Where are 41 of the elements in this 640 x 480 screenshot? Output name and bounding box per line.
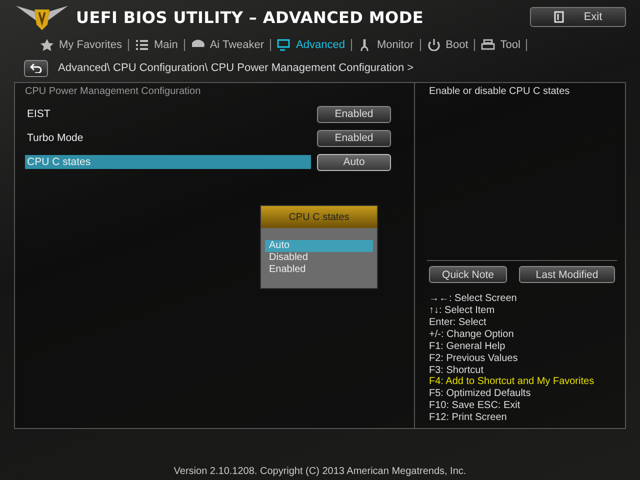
setting-value-button[interactable]: Enabled xyxy=(317,106,391,122)
version-footer: Version 2.10.1208. Copyright (C) 2013 American Megatrends, Inc. xyxy=(0,466,640,480)
side-button[interactable]: Last Modified xyxy=(519,266,615,284)
key-help-line: F5: Optimized Defaults xyxy=(429,388,532,400)
setting-value-button[interactable]: Auto xyxy=(317,154,391,170)
breadcrumb-path: Advanced\ CPU Configuration\ CPU Power Management Configuration > xyxy=(58,62,414,74)
help-description: Enable or disable CPU C states xyxy=(429,86,571,97)
menu-tab[interactable]: Main xyxy=(128,39,184,51)
section-title: CPU Power Management Configuration xyxy=(25,86,202,99)
power-icon xyxy=(426,39,441,51)
key-help-line: F3: Shortcut xyxy=(429,364,484,376)
menu-tab[interactable]: Ai Tweaker xyxy=(184,39,270,51)
back-arrow-icon xyxy=(30,63,42,73)
side-button[interactable]: Quick Note xyxy=(429,266,507,284)
key-help-line: F4: Add to Shortcut and My Favorites xyxy=(429,376,596,388)
key-help-line: →←: Select Screen xyxy=(429,293,518,306)
key-help-line: F1: General Help xyxy=(429,340,506,353)
screen-icon xyxy=(277,39,292,51)
key-help-line: F10: Save ESC: Exit xyxy=(429,400,522,412)
popup-option[interactable]: Enabled xyxy=(265,264,373,276)
popup-title: CPU C states xyxy=(261,206,377,228)
star-icon xyxy=(40,39,54,51)
menu-tab[interactable]: Advanced xyxy=(271,39,351,51)
setting-label[interactable]: Turbo Mode xyxy=(25,131,311,145)
key-help-line: +/-: Change Option xyxy=(429,328,515,341)
menu-tab[interactable]: Tool xyxy=(475,39,526,51)
setting-label[interactable]: EIST xyxy=(25,107,311,121)
window-title: UEFI BIOS UTILITY – ADVANCED MODE xyxy=(76,8,424,26)
popup-option[interactable]: Disabled xyxy=(265,252,373,264)
menu-tab[interactable]: My Favorites xyxy=(34,39,128,51)
key-help-line: Enter: Select xyxy=(429,316,488,329)
back-button[interactable] xyxy=(24,60,48,76)
menu-tab[interactable]: Monitor xyxy=(352,39,420,51)
printer-icon xyxy=(481,39,496,51)
list-icon xyxy=(134,39,149,51)
menu-tab[interactable]: Boot xyxy=(420,39,474,51)
key-help-line: ↑↓: Select Item xyxy=(429,305,496,317)
setting-value-button[interactable]: Enabled xyxy=(317,130,391,146)
key-help-line: F2: Previous Values xyxy=(429,352,519,365)
exit-button[interactable]: Exit xyxy=(530,7,626,27)
key-help-line: F12: Print Screen xyxy=(429,412,508,424)
